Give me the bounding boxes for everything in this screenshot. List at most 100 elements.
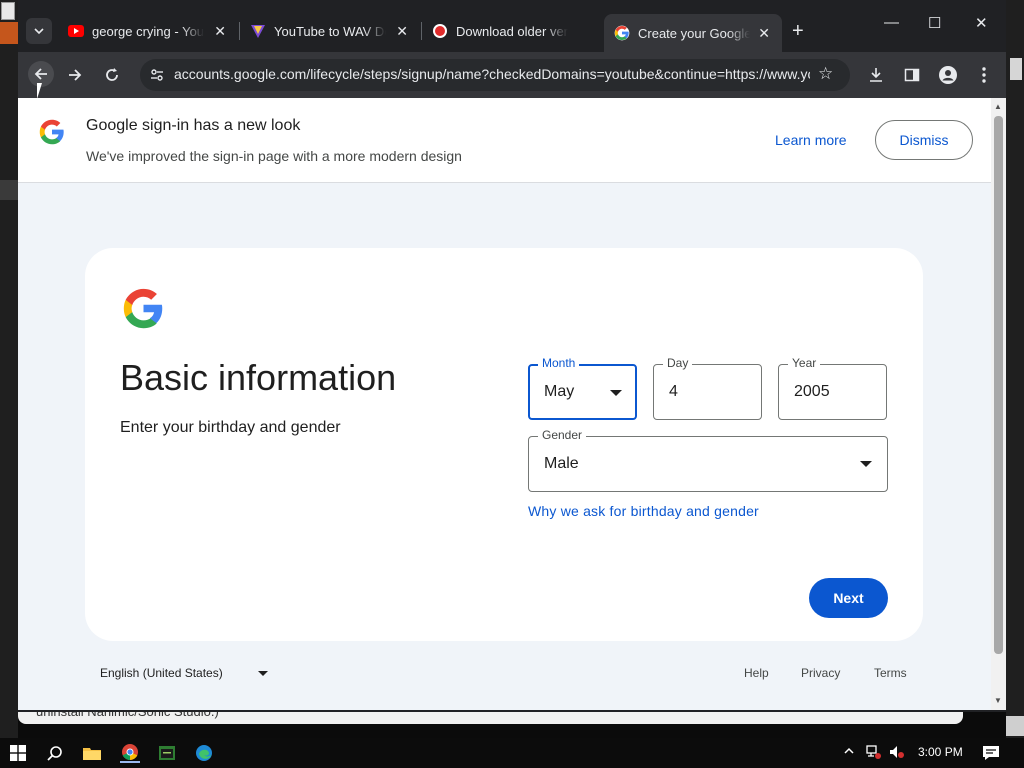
windows-logo-icon xyxy=(10,745,26,761)
google-logo-icon xyxy=(123,288,163,329)
network-icon[interactable] xyxy=(866,745,882,762)
desktop-right-edge xyxy=(1006,0,1024,738)
tab-search-button[interactable] xyxy=(26,18,52,44)
tab-bar: george crying - YouTube ✕ YouTube to WAV… xyxy=(18,0,1006,52)
month-label: Month xyxy=(538,356,580,370)
bookmark-star-icon[interactable]: ☆ xyxy=(818,64,833,84)
signup-card: Basic information Enter your birthday an… xyxy=(85,248,923,641)
google-icon xyxy=(614,25,630,41)
page-footer: English (United States) Help Privacy Ter… xyxy=(18,658,991,688)
dropdown-caret-icon xyxy=(860,461,872,467)
dismiss-button[interactable]: Dismiss xyxy=(875,120,973,160)
chrome-window: george crying - YouTube ✕ YouTube to WAV… xyxy=(18,0,1006,712)
search-icon xyxy=(47,746,62,761)
tab-create-google-account[interactable]: Create your Google Account ✕ xyxy=(604,14,782,52)
show-hidden-icons[interactable] xyxy=(843,745,855,760)
app-window-icon xyxy=(159,746,175,760)
page-content: Google sign-in has a new look We've impr… xyxy=(18,98,991,710)
address-bar[interactable]: accounts.google.com/lifecycle/steps/sign… xyxy=(140,59,850,91)
scroll-up-icon[interactable]: ▲ xyxy=(994,102,1002,111)
google-logo-icon xyxy=(39,119,64,145)
app-icon xyxy=(0,180,18,200)
dropdown-caret-icon xyxy=(610,390,622,396)
day-value: 4 xyxy=(669,383,678,400)
desktop-left-edge xyxy=(0,0,18,738)
arrow-left-icon xyxy=(34,68,47,80)
dropdown-caret-icon[interactable] xyxy=(258,671,268,676)
privacy-link[interactable]: Privacy xyxy=(801,666,840,680)
profile-icon xyxy=(939,66,957,84)
youtube-icon xyxy=(68,23,84,39)
tab-title: Download older versions xyxy=(456,23,568,39)
windows-taskbar: 3:00 PM xyxy=(0,738,1024,768)
minimize-button[interactable]: — xyxy=(884,14,899,31)
terms-link[interactable]: Terms xyxy=(874,666,907,680)
profile-button[interactable] xyxy=(937,64,959,86)
close-window-button[interactable]: ✕ xyxy=(975,14,988,32)
why-birthday-link[interactable]: Why we ask for birthday and gender xyxy=(528,503,759,519)
scrollbar-thumb[interactable] xyxy=(994,116,1003,654)
mouse-cursor-icon xyxy=(37,83,47,99)
year-input[interactable]: Year 2005 xyxy=(778,356,887,420)
volume-muted-icon[interactable] xyxy=(889,745,905,762)
side-panel-icon xyxy=(904,68,920,82)
vshield-icon xyxy=(250,23,266,39)
document-icon xyxy=(1,2,15,20)
search-button[interactable] xyxy=(45,743,65,763)
browser-toolbar: accounts.google.com/lifecycle/steps/sign… xyxy=(18,52,1006,98)
reload-button[interactable] xyxy=(101,64,123,86)
tab-title: YouTube to WAV Downloader xyxy=(274,23,386,39)
next-button[interactable]: Next xyxy=(809,578,888,618)
reload-icon xyxy=(106,68,118,81)
download-icon xyxy=(870,68,882,82)
downloads-button[interactable] xyxy=(865,64,887,86)
tab-title: george crying - YouTube xyxy=(92,23,204,39)
forward-button[interactable] xyxy=(64,64,86,86)
terminal-app-button[interactable] xyxy=(157,743,177,763)
year-label: Year xyxy=(788,356,821,370)
close-tab-icon[interactable]: ✕ xyxy=(396,23,408,40)
notifications-icon[interactable] xyxy=(982,745,1000,764)
kebab-menu-icon xyxy=(982,67,986,83)
tab-youtube[interactable]: george crying - YouTube ✕ xyxy=(58,14,238,48)
gender-select[interactable]: Gender Male xyxy=(528,428,888,492)
new-tab-button[interactable]: + xyxy=(792,20,804,43)
folder-icon xyxy=(83,748,101,760)
scroll-down-icon[interactable]: ▼ xyxy=(994,696,1002,705)
chevron-up-icon xyxy=(844,747,854,754)
help-link[interactable]: Help xyxy=(744,666,769,680)
site-info-icon[interactable] xyxy=(148,66,166,84)
signin-banner: Google sign-in has a new look We've impr… xyxy=(18,98,991,183)
day-label: Day xyxy=(663,356,693,370)
gender-value: Male xyxy=(544,455,579,472)
banner-subtitle: We've improved the sign-in page with a m… xyxy=(86,148,462,164)
close-tab-icon[interactable]: ✕ xyxy=(214,23,226,40)
page-subtitle: Enter your birthday and gender xyxy=(120,419,341,436)
day-input[interactable]: Day 4 xyxy=(653,356,762,420)
start-button[interactable] xyxy=(8,743,28,763)
record-icon xyxy=(432,23,448,39)
gender-label: Gender xyxy=(538,428,587,442)
url-text: accounts.google.com/lifecycle/steps/sign… xyxy=(174,66,810,82)
maximize-button[interactable]: ☐ xyxy=(928,14,941,32)
learn-more-link[interactable]: Learn more xyxy=(775,132,847,148)
file-explorer-button[interactable] xyxy=(82,743,102,763)
banner-title: Google sign-in has a new look xyxy=(86,117,301,134)
edge-button[interactable] xyxy=(194,743,214,763)
month-select[interactable]: Month May xyxy=(528,356,637,420)
tab-wav-downloader[interactable]: YouTube to WAV Downloader ✕ xyxy=(240,14,420,48)
close-tab-icon[interactable]: ✕ xyxy=(758,25,770,42)
chrome-taskbar-button[interactable] xyxy=(120,743,140,763)
tab-download-older[interactable]: Download older versions xyxy=(422,14,602,48)
year-value: 2005 xyxy=(794,383,830,400)
menu-button[interactable] xyxy=(973,64,995,86)
language-select[interactable]: English (United States) xyxy=(100,666,223,680)
tab-title: Create your Google Account xyxy=(638,25,750,41)
edge-icon xyxy=(196,745,212,761)
side-panel-button[interactable] xyxy=(901,64,923,86)
page-scrollbar[interactable]: ▲ ▼ xyxy=(991,98,1006,710)
clock[interactable]: 3:00 PM xyxy=(918,745,963,759)
month-value: May xyxy=(544,383,575,400)
app-icon xyxy=(0,22,18,44)
page-title: Basic information xyxy=(120,357,397,398)
